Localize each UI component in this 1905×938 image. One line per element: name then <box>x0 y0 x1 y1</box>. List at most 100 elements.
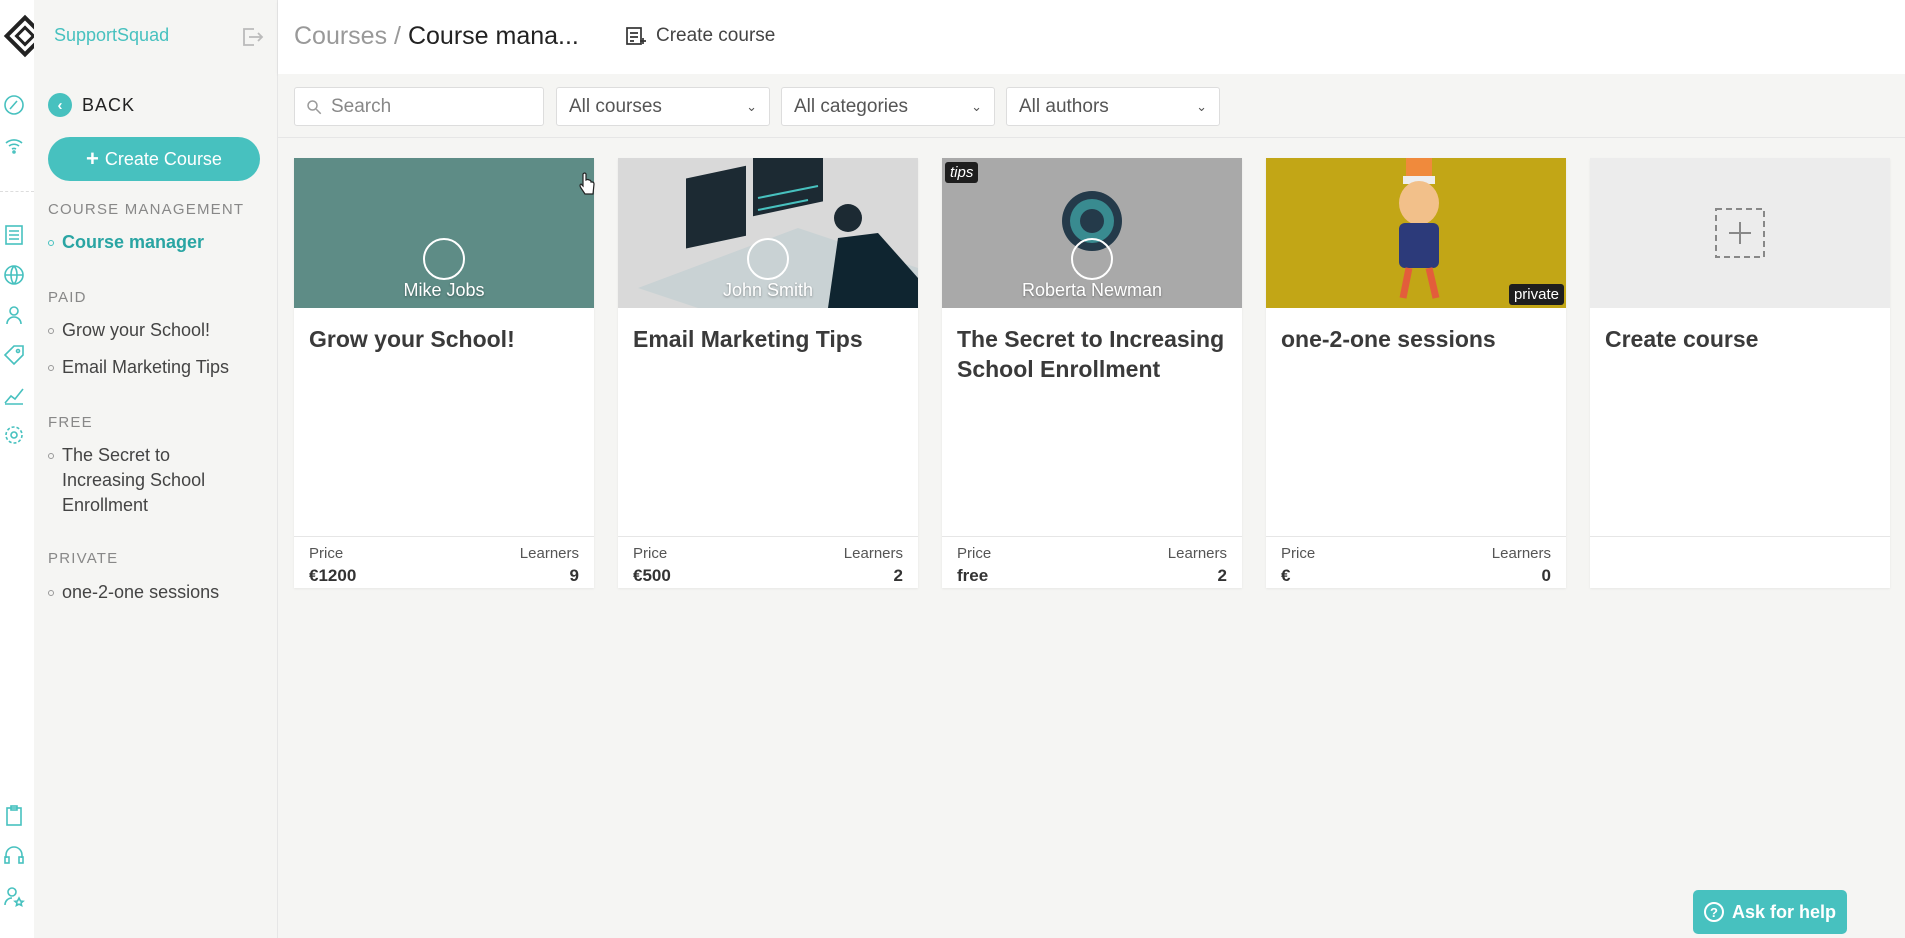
course-card-email-marketing-tips[interactable]: John Smith Email Marketing Tips Price €50… <box>618 158 918 588</box>
sidebar-item-secret-enrollment[interactable]: The Secret to Increasing School Enrollme… <box>48 443 218 518</box>
course-footer: Price free Learners 2 <box>942 536 1242 588</box>
search-input[interactable] <box>331 95 531 118</box>
ask-for-help-label: Ask for help <box>1731 901 1837 922</box>
sidebar-item-label: one-2-one sessions <box>62 582 220 602</box>
character-illustration-icon <box>1399 158 1440 299</box>
filter-bar: All courses ⌄ All categories ⌄ All autho… <box>278 74 1905 138</box>
course-title: Email Marketing Tips <box>633 326 863 352</box>
course-title: one-2-one sessions <box>1281 326 1496 352</box>
headset-support-icon[interactable] <box>0 842 28 870</box>
course-author: Mike Jobs <box>403 280 485 300</box>
course-thumbnail: Mike Jobs <box>294 158 594 308</box>
clipboard-icon[interactable] <box>0 802 28 830</box>
course-author: John Smith <box>722 280 814 300</box>
learners-label: Learners <box>1167 545 1227 562</box>
course-badge-tips: tips <box>945 162 979 183</box>
sidebar-item-grow-your-school[interactable]: Grow your School! <box>48 318 210 343</box>
tag-icon[interactable] <box>0 341 28 369</box>
categories-filter-value: All categories <box>794 95 909 117</box>
breadcrumb-current: Course mana... <box>407 22 579 50</box>
course-thumbnail: John Smith <box>618 158 918 308</box>
price-label: Price <box>957 545 992 562</box>
rail-divider <box>0 191 34 192</box>
back-button[interactable]: ‹ BACK <box>48 93 135 117</box>
price-value: €500 <box>633 566 671 585</box>
sidebar-item-one-2-one-sessions[interactable]: one-2-one sessions <box>48 580 219 605</box>
course-badge-private: private <box>1508 284 1564 305</box>
learners-value: 2 <box>1217 566 1227 585</box>
learners-value: 9 <box>569 566 579 585</box>
icon-rail <box>0 0 47 938</box>
learners-label: Learners <box>519 545 579 562</box>
courses-filter-value: All courses <box>569 95 662 117</box>
analytics-icon[interactable] <box>0 381 28 409</box>
create-course-label: Create Course <box>104 148 222 169</box>
sidebar: SupportSquad ‹ BACK + Create Course COUR… <box>34 0 278 938</box>
authors-filter-select[interactable]: All authors ⌄ <box>1006 87 1220 126</box>
breadcrumb: Courses / Course mana... <box>294 22 579 51</box>
pages-icon[interactable] <box>0 221 28 249</box>
create-course-card[interactable]: Create course <box>1590 158 1890 588</box>
dashboard-icon[interactable] <box>0 91 28 119</box>
section-title-course-management: COURSE MANAGEMENT <box>48 201 245 218</box>
section-title-free: FREE <box>48 414 93 431</box>
author-avatar <box>747 238 789 280</box>
course-footer: Price € Learners 0 <box>1266 536 1566 588</box>
course-footer <box>1590 536 1890 588</box>
create-course-button[interactable]: + Create Course <box>48 137 260 181</box>
header-create-course-button[interactable]: Create course <box>624 24 775 48</box>
logout-icon[interactable] <box>240 26 264 48</box>
brand-name[interactable]: SupportSquad <box>54 25 169 46</box>
top-bar: Courses / Course mana... Create course <box>278 0 1905 74</box>
course-card-secret-enrollment[interactable]: tips Roberta Newman The Secret to Increa… <box>942 158 1242 588</box>
course-thumbnail: tips Roberta Newman <box>942 158 1242 308</box>
learners-label: Learners <box>1491 545 1551 562</box>
course-title: The Secret to Increasing School Enrollme… <box>957 326 1225 382</box>
breadcrumb-separator: / <box>394 22 401 50</box>
categories-filter-select[interactable]: All categories ⌄ <box>781 87 995 126</box>
course-title: Grow your School! <box>309 326 515 352</box>
ask-for-help-button[interactable]: ? Ask for help <box>1693 890 1847 934</box>
section-title-paid: PAID <box>48 289 87 306</box>
bullet-icon <box>48 328 54 334</box>
chevron-down-icon: ⌄ <box>746 98 757 114</box>
price-label: Price <box>309 545 344 562</box>
course-card-one-2-one-sessions[interactable]: private one-2-one sessions Price € Learne… <box>1266 158 1566 588</box>
sidebar-item-label: Email Marketing Tips <box>62 357 230 377</box>
author-avatar <box>1071 238 1113 280</box>
sidebar-item-label: Grow your School! <box>62 320 211 340</box>
price-value: free <box>957 566 989 585</box>
bullet-icon <box>48 240 54 246</box>
learners-value: 2 <box>893 566 903 585</box>
header-create-course-label: Create course <box>656 25 776 46</box>
chevron-left-icon: ‹ <box>48 93 72 117</box>
mouse-pointer-icon <box>579 172 595 195</box>
course-card-grow-your-school[interactable]: Mike Jobs Grow your School! Price €1200 L… <box>294 158 594 588</box>
search-box[interactable] <box>294 87 544 126</box>
chevron-down-icon: ⌄ <box>971 98 982 114</box>
settings-gear-icon[interactable] <box>0 421 28 449</box>
price-label: Price <box>1281 545 1316 562</box>
add-course-icon <box>1715 208 1765 258</box>
user-star-icon[interactable] <box>0 882 28 910</box>
course-title: Create course <box>1605 326 1759 352</box>
search-icon <box>307 99 322 114</box>
price-label: Price <box>633 545 668 562</box>
learners-label: Learners <box>843 545 903 562</box>
course-footer: Price €1200 Learners 9 <box>294 536 594 588</box>
sidebar-item-label: The Secret to Increasing School Enrollme… <box>62 445 206 515</box>
globe-icon[interactable] <box>0 261 28 289</box>
broadcast-icon[interactable] <box>0 131 28 159</box>
courses-filter-select[interactable]: All courses ⌄ <box>556 87 770 126</box>
breadcrumb-courses[interactable]: Courses <box>294 22 387 50</box>
users-icon[interactable] <box>0 301 28 329</box>
course-footer: Price €500 Learners 2 <box>618 536 918 588</box>
sidebar-item-course-manager[interactable]: Course manager <box>48 230 204 255</box>
course-thumbnail-placeholder <box>1590 158 1890 308</box>
author-avatar <box>423 238 465 280</box>
price-value: € <box>1281 566 1291 585</box>
sidebar-item-email-marketing-tips[interactable]: Email Marketing Tips <box>48 355 229 380</box>
bullet-icon <box>48 590 54 596</box>
authors-filter-value: All authors <box>1019 95 1109 117</box>
sidebar-item-label: Course manager <box>62 232 205 252</box>
